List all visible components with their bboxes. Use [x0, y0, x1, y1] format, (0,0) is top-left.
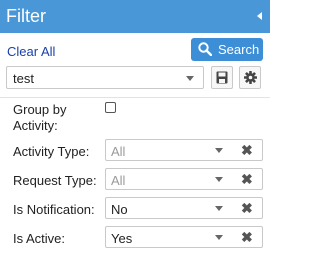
filter-preset-select[interactable]: test — [6, 66, 204, 89]
activity-type-select[interactable]: All ✖ — [105, 139, 263, 161]
clear-all-link[interactable]: Clear All — [7, 44, 55, 59]
search-icon — [198, 42, 212, 56]
clear-x-icon[interactable]: ✖ — [241, 200, 253, 216]
request-type-value: All — [111, 173, 126, 188]
panel-title: Filter — [6, 6, 46, 26]
is-active-value: Yes — [111, 231, 133, 246]
activity-type-label: Activity Type: — [13, 144, 90, 159]
chevron-down-icon — [215, 148, 223, 153]
request-type-select[interactable]: All ✖ — [105, 168, 263, 190]
is-notification-label: Is Notification: — [13, 202, 95, 217]
is-active-select[interactable]: Yes ✖ — [105, 226, 263, 248]
preset-value: test — [13, 71, 34, 86]
search-button[interactable]: Search — [191, 38, 263, 61]
chevron-down-icon — [186, 76, 194, 81]
chevron-down-icon — [215, 206, 223, 211]
save-preset-button[interactable] — [211, 66, 233, 89]
activity-type-value: All — [111, 144, 126, 159]
search-button-label: Search — [218, 42, 260, 57]
is-notification-value: No — [111, 202, 128, 217]
request-type-label: Request Type: — [13, 173, 97, 188]
group-by-activity-checkbox[interactable] — [105, 102, 116, 113]
clear-x-icon[interactable]: ✖ — [241, 142, 253, 158]
gear-icon — [244, 71, 257, 84]
settings-button[interactable] — [239, 66, 261, 89]
clear-x-icon[interactable]: ✖ — [241, 229, 253, 245]
filter-panel-header: Filter — [0, 0, 270, 33]
chevron-down-icon — [215, 235, 223, 240]
is-active-label: Is Active: — [13, 231, 66, 246]
collapse-arrow-icon[interactable] — [257, 12, 262, 20]
save-icon — [216, 71, 228, 84]
is-notification-select[interactable]: No ✖ — [105, 197, 263, 219]
chevron-down-icon — [215, 177, 223, 182]
divider — [0, 97, 270, 98]
clear-x-icon[interactable]: ✖ — [241, 171, 253, 187]
group-by-activity-label: Group by Activity: — [13, 102, 67, 133]
